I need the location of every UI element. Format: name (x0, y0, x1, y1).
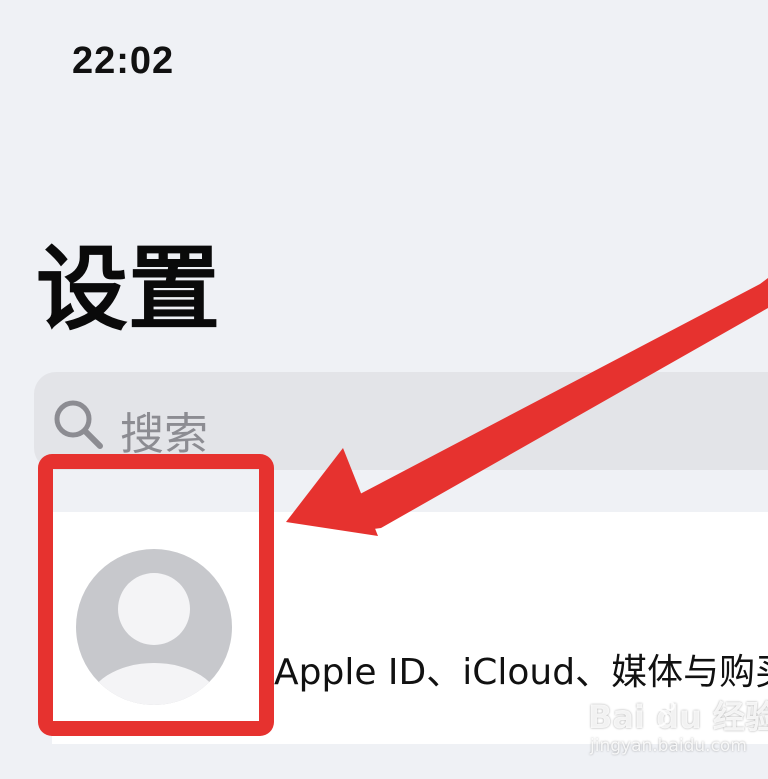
highlight-box (38, 454, 274, 736)
baidu-jingyan-watermark: Bai du 经验 jingyan.baidu.com (588, 692, 768, 768)
status-bar-time: 22:02 (72, 40, 175, 82)
apple-id-subtitle[interactable]: Apple ID、iCloud、媒体与购买 (274, 643, 768, 695)
paw-icon (643, 695, 675, 727)
search-placeholder: 搜索 (120, 409, 208, 460)
search-icon (54, 400, 103, 449)
watermark-url: jingyan.baidu.com (590, 736, 747, 756)
watermark-brand: Bai du 经验 (588, 698, 768, 736)
page-title: 设置 (36, 236, 221, 343)
